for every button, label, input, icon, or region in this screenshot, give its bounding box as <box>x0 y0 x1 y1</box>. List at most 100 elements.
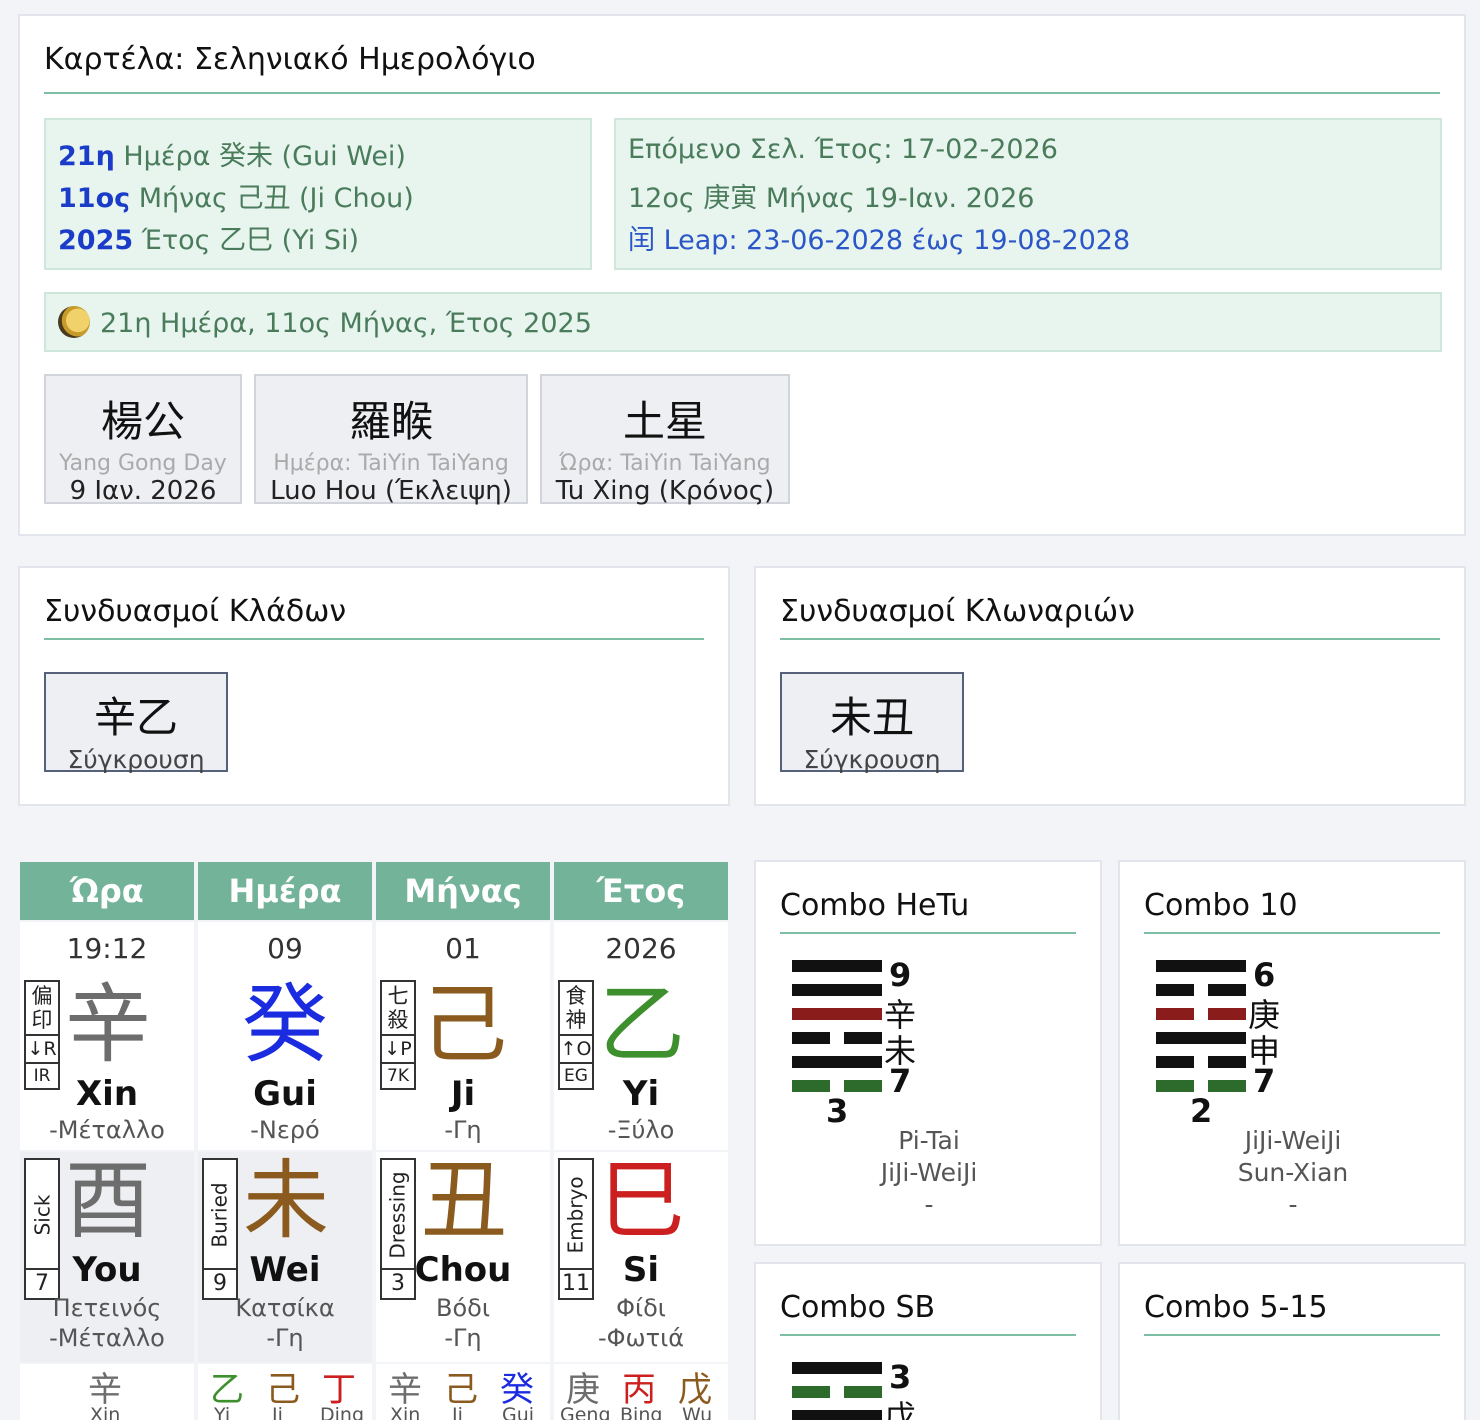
combo-10-card: Combo 10 6 庚 申 7 2 JiJi-WeiJi Sun-Xian - <box>1118 860 1466 1246</box>
branch-glyph: 巳 <box>599 1151 685 1251</box>
heavenly-stem: 偏印 ↓R IR 辛 Xin -Μέταλλο <box>20 974 194 1150</box>
stem-pinyin: Yi <box>622 1074 660 1114</box>
combo-name: JiJi-WeiJi <box>880 1158 978 1187</box>
branch-pinyin: Si <box>622 1250 660 1290</box>
title-divider <box>44 638 704 640</box>
pillar-header: Μήνας <box>376 862 550 920</box>
combo-name: JiJi-WeiJi <box>1244 1126 1342 1155</box>
combo-number-bottom: 2 <box>1190 1092 1213 1130</box>
branch-glyph: 丑 <box>421 1151 507 1251</box>
day-pillar: Ημέρα 09 癸 Gui -Νερό Buried 9 未 Wei Κατσί… <box>198 862 372 1420</box>
hidden-stem: 丙 <box>622 1370 656 1410</box>
hidden-stem-pinyin: Xin <box>390 1404 421 1420</box>
stem-glyph: 癸 <box>242 975 328 1075</box>
hidden-stem: 庚 <box>566 1370 600 1410</box>
combo-name: - <box>924 1190 934 1219</box>
next-year-line: Επόμενο Σελ. Έτος: 17-02-2026 <box>628 134 1058 165</box>
combo-number-top: 9 <box>889 956 912 994</box>
earthly-branch: Buried 9 未 Wei Κατσίκα -Γη <box>198 1152 372 1362</box>
combo-number-top: 6 <box>1253 956 1276 994</box>
heavenly-stem: 食神 ↑O EG 乙 Yi -Ξύλο <box>554 974 728 1150</box>
stem-element: -Γη <box>444 1116 482 1144</box>
branch-glyph: 未 <box>243 1151 329 1251</box>
card-title: Combo 10 <box>1144 888 1298 923</box>
branch-animal: Φίδι <box>616 1294 666 1322</box>
branch-element: -Γη <box>266 1324 304 1352</box>
combo-number-right: 7 <box>1253 1062 1276 1100</box>
hidden-stem-pinyin: Yi <box>214 1404 231 1420</box>
hidden-stem-pinyin: Ding <box>320 1404 365 1420</box>
combo-hetu-card: Combo HeTu 9 辛 未 7 3 Pi-Tai JiJi-WeiJi - <box>754 860 1102 1246</box>
hidden-stem-pinyin: Ji <box>272 1404 283 1420</box>
hidden-stem: 戊 <box>678 1370 712 1410</box>
stem-pinyin: Gui <box>253 1074 317 1114</box>
stem-glyph: 己 <box>421 975 507 1075</box>
earthly-branch: Embryo 11 巳 Si Φίδι -Φωτιά <box>554 1152 728 1362</box>
card-title: Combo 5-15 <box>1144 1290 1328 1325</box>
day-line: 21η Ημέρα 癸未 (Gui Wei) <box>58 141 406 172</box>
hidden-stem: 乙 <box>210 1370 244 1410</box>
title-divider <box>780 1334 1076 1336</box>
combo-5-15-card: Combo 5-15 <box>1118 1262 1466 1420</box>
hidden-stems: 庚 Geng 丙 Bing 戊 Wu <box>554 1364 728 1420</box>
title-divider <box>1144 1334 1440 1336</box>
branch-combo-tile[interactable]: 未丑 Σύγκρουση <box>780 672 964 774</box>
pillar-date: 2026 <box>554 922 728 976</box>
moon-phase-line: 21η Ημέρα, 11ος Μήνας, Έτος 2025 <box>58 306 592 339</box>
title-divider <box>780 638 1440 640</box>
pillar-header: Ώρα <box>20 862 194 920</box>
title-divider <box>780 932 1076 934</box>
earthly-branch: Dressing 3 丑 Chou Βόδι -Γη <box>376 1152 550 1362</box>
combo-sb-card: Combo SB 3 戊 <box>754 1262 1102 1420</box>
hour-pillar: Ώρα 19:12 偏印 ↓R IR 辛 Xin -Μέταλλο Sick 7 酉 … <box>20 862 194 1420</box>
combo-stem-char: 戊 <box>884 1398 917 1420</box>
combo-number-bottom: 3 <box>826 1092 849 1130</box>
branch-element: -Μέταλλο <box>49 1324 165 1352</box>
stem-element: -Νερό <box>250 1116 320 1144</box>
card-title: Συνδυασμοί Κλάδων <box>44 594 347 629</box>
branch-animal: Βόδι <box>436 1294 490 1322</box>
pillar-header: Έτος <box>554 862 728 920</box>
hidden-stems: 乙 Yi 己 Ji 丁 Ding <box>198 1364 372 1420</box>
earthly-branch: Sick 7 酉 You Πετεινός -Μέταλλο <box>20 1152 194 1362</box>
next-dates-box: Επόμενο Σελ. Έτος: 17-02-2026 12ος 庚寅 Μή… <box>614 118 1442 270</box>
stem-combo-tile[interactable]: 辛乙 Σύγκρουση <box>44 672 228 774</box>
stem-glyph: 辛 <box>65 975 151 1075</box>
stem-combinations-card: Συνδυασμοί Κλάδων 辛乙 Σύγκρουση <box>18 566 730 806</box>
pillar-header: Ημέρα <box>198 862 372 920</box>
lunar-calendar-card: Καρτέλα: Σεληνιακό Ημερολόγιο 21η Ημέρα … <box>18 14 1466 536</box>
combo-name: Sun-Xian <box>1237 1158 1349 1187</box>
hidden-stem-pinyin: Geng <box>560 1404 611 1420</box>
heavenly-stem: 七殺 ↓P 7K 己 Ji -Γη <box>376 974 550 1150</box>
branch-animal: Πετεινός <box>52 1294 162 1322</box>
hidden-stem-pinyin: Bing <box>620 1404 663 1420</box>
hidden-stem: 癸 <box>500 1370 534 1410</box>
combo-number-right: 7 <box>889 1062 912 1100</box>
leap-month-link[interactable]: 闰 Leap: 23-06-2028 έως 19-08-2028 <box>628 218 1130 257</box>
hidden-stem: 己 <box>266 1370 300 1410</box>
card-title: Καρτέλα: Σεληνιακό Ημερολόγιο <box>44 42 536 77</box>
stem-glyph: 乙 <box>599 975 685 1075</box>
branch-animal: Κατσίκα <box>235 1294 335 1322</box>
current-date-box: 21η Ημέρα 癸未 (Gui Wei) 11ος Μήνας 己丑 (Ji… <box>44 118 592 270</box>
stem-pinyin: Ji <box>450 1074 476 1114</box>
hidden-stems: 辛 Xin 己 Ji 癸 Gui <box>376 1364 550 1420</box>
month-pillar: Μήνας 01 七殺 ↓P 7K 己 Ji -Γη Dressing 3 丑 Cho… <box>376 862 550 1420</box>
title-divider <box>44 92 1440 94</box>
pillar-date: 09 <box>198 922 372 976</box>
moon-phase-bar: 21η Ημέρα, 11ος Μήνας, Έτος 2025 <box>44 292 1442 352</box>
stem-element: -Ξύλο <box>607 1116 675 1144</box>
title-divider <box>1144 932 1440 934</box>
hidden-stem: 辛 <box>88 1370 122 1410</box>
branch-combinations-card: Συνδυασμοί Κλωναριών 未丑 Σύγκρουση <box>754 566 1466 806</box>
hidden-stem-pinyin: Xin <box>90 1404 121 1420</box>
next-month-line: 12ος 庚寅 Μήνας 19-Ιαν. 2026 <box>628 183 1035 214</box>
tu-xing-tile: 土星 Ώρα: TaiYin TaiYang Tu Xing (Κρόνος) <box>540 374 790 506</box>
branch-element: -Φωτιά <box>597 1324 685 1352</box>
card-title: Συνδυασμοί Κλωναριών <box>780 594 1135 629</box>
branch-pinyin: You <box>72 1250 142 1290</box>
hidden-stem: 己 <box>444 1370 478 1410</box>
heavenly-stem: 癸 Gui -Νερό <box>198 974 372 1150</box>
card-title: Combo HeTu <box>780 888 970 923</box>
year-pillar: Έτος 2026 食神 ↑O EG 乙 Yi -Ξύλο Embryo 11 巳 S… <box>554 862 728 1420</box>
